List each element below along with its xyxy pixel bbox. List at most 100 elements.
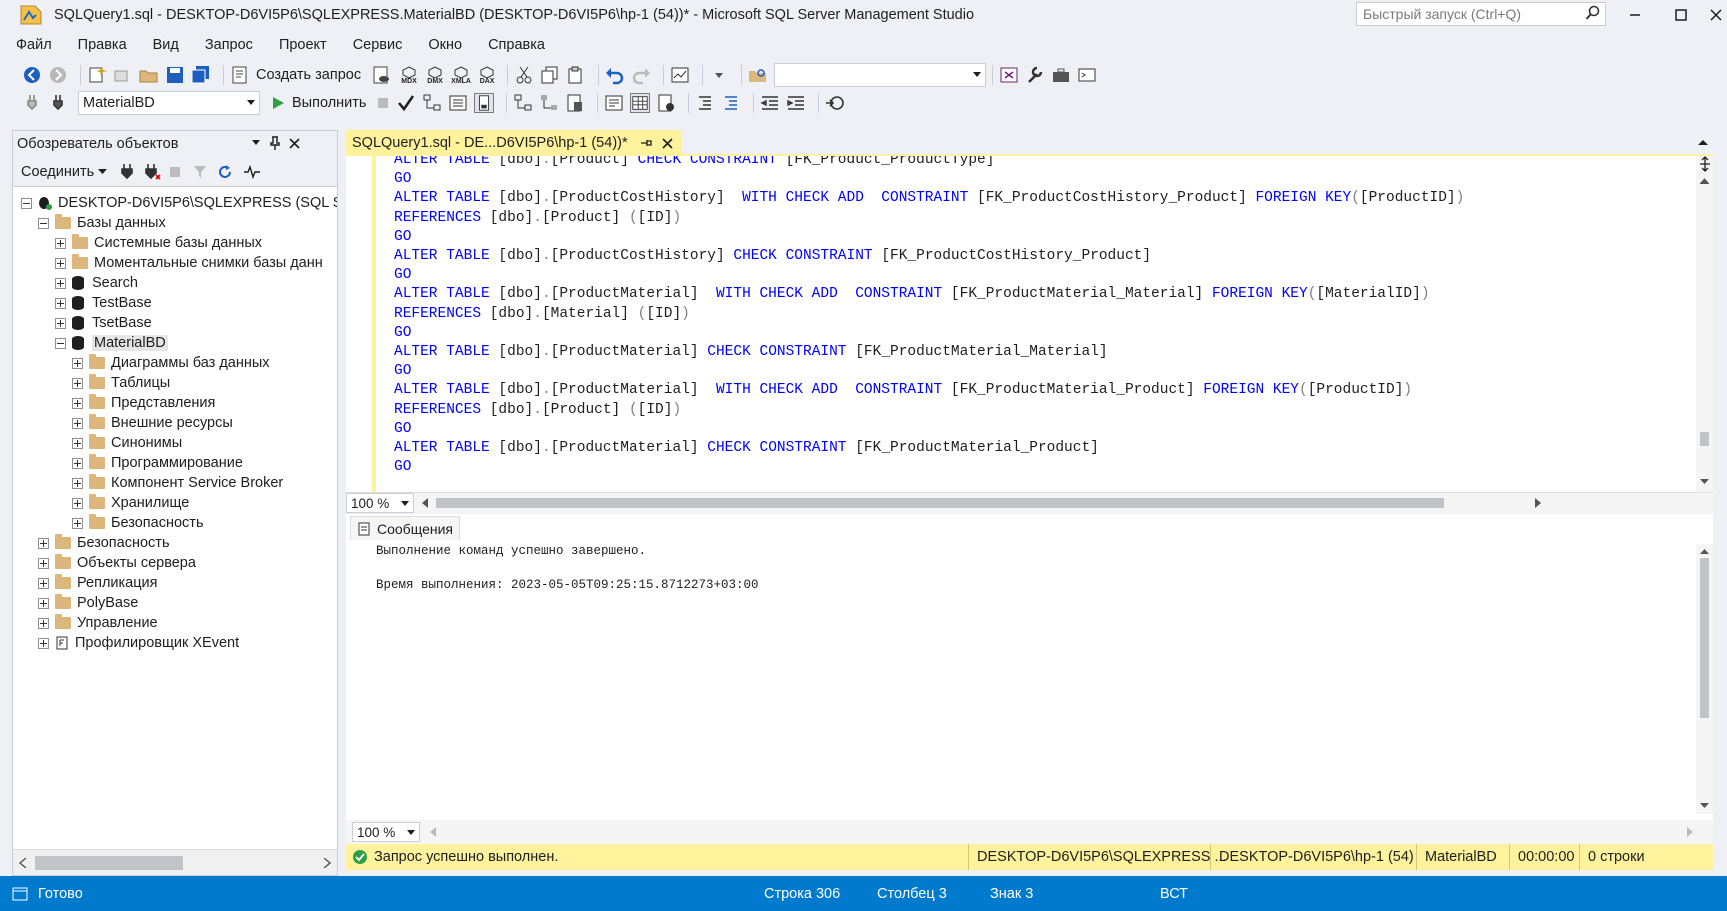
tree-node[interactable]: Базы данных <box>38 213 166 233</box>
code-line[interactable]: ALTER TABLE [dbo].[ProductMaterial] WITH… <box>394 380 1412 401</box>
scroll-right-icon[interactable] <box>1534 498 1541 508</box>
results-file-icon[interactable] <box>656 93 676 113</box>
scroll-left-icon[interactable] <box>19 858 27 868</box>
expand-icon[interactable] <box>72 437 83 449</box>
find-combo[interactable] <box>774 63 987 87</box>
parse-checkmark-icon[interactable] <box>396 93 416 113</box>
expand-icon[interactable] <box>55 237 66 249</box>
scroll-down-icon[interactable] <box>1700 802 1709 809</box>
quick-launch-input[interactable]: Быстрый запуск (Ctrl+Q) <box>1356 2 1606 26</box>
code-line[interactable]: GO <box>394 265 411 286</box>
tree-node[interactable]: Хранилище <box>72 493 189 513</box>
collapse-icon[interactable] <box>55 337 66 349</box>
expand-icon[interactable] <box>55 297 66 309</box>
horizontal-scroll-thumb[interactable] <box>436 498 1444 508</box>
tree-node[interactable]: Таблицы <box>72 373 170 393</box>
tree-node[interactable]: Безопасность <box>38 533 170 553</box>
scroll-thumb[interactable] <box>35 856 183 870</box>
save-all-icon[interactable] <box>191 65 211 85</box>
forward-icon[interactable] <box>48 65 68 85</box>
editor-zoom-select[interactable]: 100 % <box>346 493 414 513</box>
paste-icon[interactable] <box>566 65 586 85</box>
available-databases-select[interactable]: MaterialBD <box>78 91 260 115</box>
toolbox-icon[interactable] <box>1051 65 1071 85</box>
expand-icon[interactable] <box>72 417 83 429</box>
tree-node[interactable]: Системные базы данных <box>55 233 262 253</box>
results-zoom-select[interactable]: 100 % <box>352 822 420 842</box>
results-to-text-icon[interactable] <box>604 93 624 113</box>
expand-icon[interactable] <box>72 457 83 469</box>
tree-node[interactable]: MaterialBD <box>55 333 168 353</box>
code-line[interactable]: ALTER TABLE [dbo].[ProductCostHistory] W… <box>394 188 1464 209</box>
activity-monitor-icon[interactable] <box>243 164 261 179</box>
collapse-icon[interactable] <box>21 197 32 209</box>
expand-icon[interactable] <box>72 377 83 389</box>
split-icon[interactable] <box>1697 156 1713 172</box>
decrease-indent-icon[interactable] <box>760 93 780 113</box>
find-in-files-icon[interactable] <box>748 65 768 85</box>
scroll-thumb[interactable] <box>1700 432 1709 446</box>
tree-node[interactable]: Объекты сервера <box>38 553 196 573</box>
minimize-button[interactable] <box>1612 0 1658 30</box>
expand-icon[interactable] <box>72 497 83 509</box>
expand-icon[interactable] <box>72 477 83 489</box>
search-icon[interactable] <box>1585 5 1601 21</box>
results-vertical-scrollbar[interactable] <box>1696 544 1713 814</box>
analysis-query-xmla-button[interactable]: XMLA <box>449 64 473 86</box>
tree-node[interactable]: PolyBase <box>38 593 138 613</box>
pin-icon[interactable] <box>640 137 652 149</box>
code-line[interactable]: GO <box>394 419 411 440</box>
live-statistics-icon[interactable] <box>539 93 559 113</box>
code-line[interactable]: REFERENCES [dbo].[Product] ([ID]) <box>394 400 681 421</box>
tree-node[interactable]: Моментальные снимки базы данн <box>55 253 323 273</box>
tree-node[interactable]: Внешние ресурсы <box>72 413 233 433</box>
tab-messages[interactable]: Сообщения <box>350 516 460 540</box>
expand-icon[interactable] <box>72 357 83 369</box>
undo-icon[interactable] <box>605 65 625 85</box>
redo-icon[interactable] <box>631 65 651 85</box>
include-actual-plan-icon[interactable] <box>513 93 533 113</box>
menu-item[interactable]: Окно <box>428 37 462 53</box>
expand-icon[interactable] <box>38 577 49 589</box>
scroll-up-icon[interactable] <box>1700 178 1709 185</box>
maximize-button[interactable] <box>1658 0 1704 30</box>
tree-node[interactable]: Компонент Service Broker <box>72 473 283 493</box>
expand-icon[interactable] <box>55 317 66 329</box>
tree-node[interactable]: Безопасность <box>72 513 204 533</box>
refresh-icon[interactable] <box>217 164 233 180</box>
increase-indent-icon[interactable] <box>786 93 806 113</box>
save-icon[interactable] <box>165 65 185 85</box>
tree-node[interactable]: Диаграммы баз данных <box>72 353 270 373</box>
connect-button[interactable]: Соединить <box>21 164 94 180</box>
execute-button[interactable]: Выполнить <box>292 95 366 111</box>
expand-icon[interactable] <box>55 277 66 289</box>
expand-icon[interactable] <box>38 537 49 549</box>
new-project-icon[interactable] <box>87 65 107 85</box>
add-item-icon[interactable] <box>113 65 133 85</box>
expand-icon[interactable] <box>55 257 66 269</box>
code-line[interactable]: REFERENCES [dbo].[Product] ([ID]) <box>394 208 681 229</box>
close-icon[interactable] <box>662 137 673 149</box>
menu-item[interactable]: Правка <box>78 37 127 53</box>
open-folder-icon[interactable] <box>139 65 159 85</box>
window-position-icon[interactable] <box>251 139 261 147</box>
tree-node[interactable]: Search <box>55 273 138 293</box>
analysis-query-mdx-button[interactable]: MDX <box>397 64 421 86</box>
connect-icon[interactable] <box>22 93 42 113</box>
scroll-thumb[interactable] <box>1700 558 1709 718</box>
database-engine-query-icon[interactable] <box>371 65 391 85</box>
stop-icon[interactable] <box>376 96 390 110</box>
stop-icon[interactable] <box>169 166 181 178</box>
expand-icon[interactable] <box>38 597 49 609</box>
analysis-query-dmx-button[interactable]: DMX <box>423 64 447 86</box>
editor-vertical-scrollbar[interactable] <box>1696 156 1713 492</box>
tree-node[interactable]: Программирование <box>72 453 243 473</box>
query-in-editor-icon[interactable] <box>448 93 468 113</box>
sql-editor[interactable]: ALTER TABLE [dbo].[Product] CHECK CONSTR… <box>346 156 1713 492</box>
cut-icon[interactable] <box>514 65 534 85</box>
code-line[interactable]: GO <box>394 361 411 382</box>
specify-template-values-icon[interactable] <box>825 93 845 113</box>
dropdown-arrow-icon[interactable] <box>709 65 729 85</box>
activity-monitor-icon[interactable] <box>670 65 690 85</box>
filter-icon[interactable] <box>193 165 207 179</box>
